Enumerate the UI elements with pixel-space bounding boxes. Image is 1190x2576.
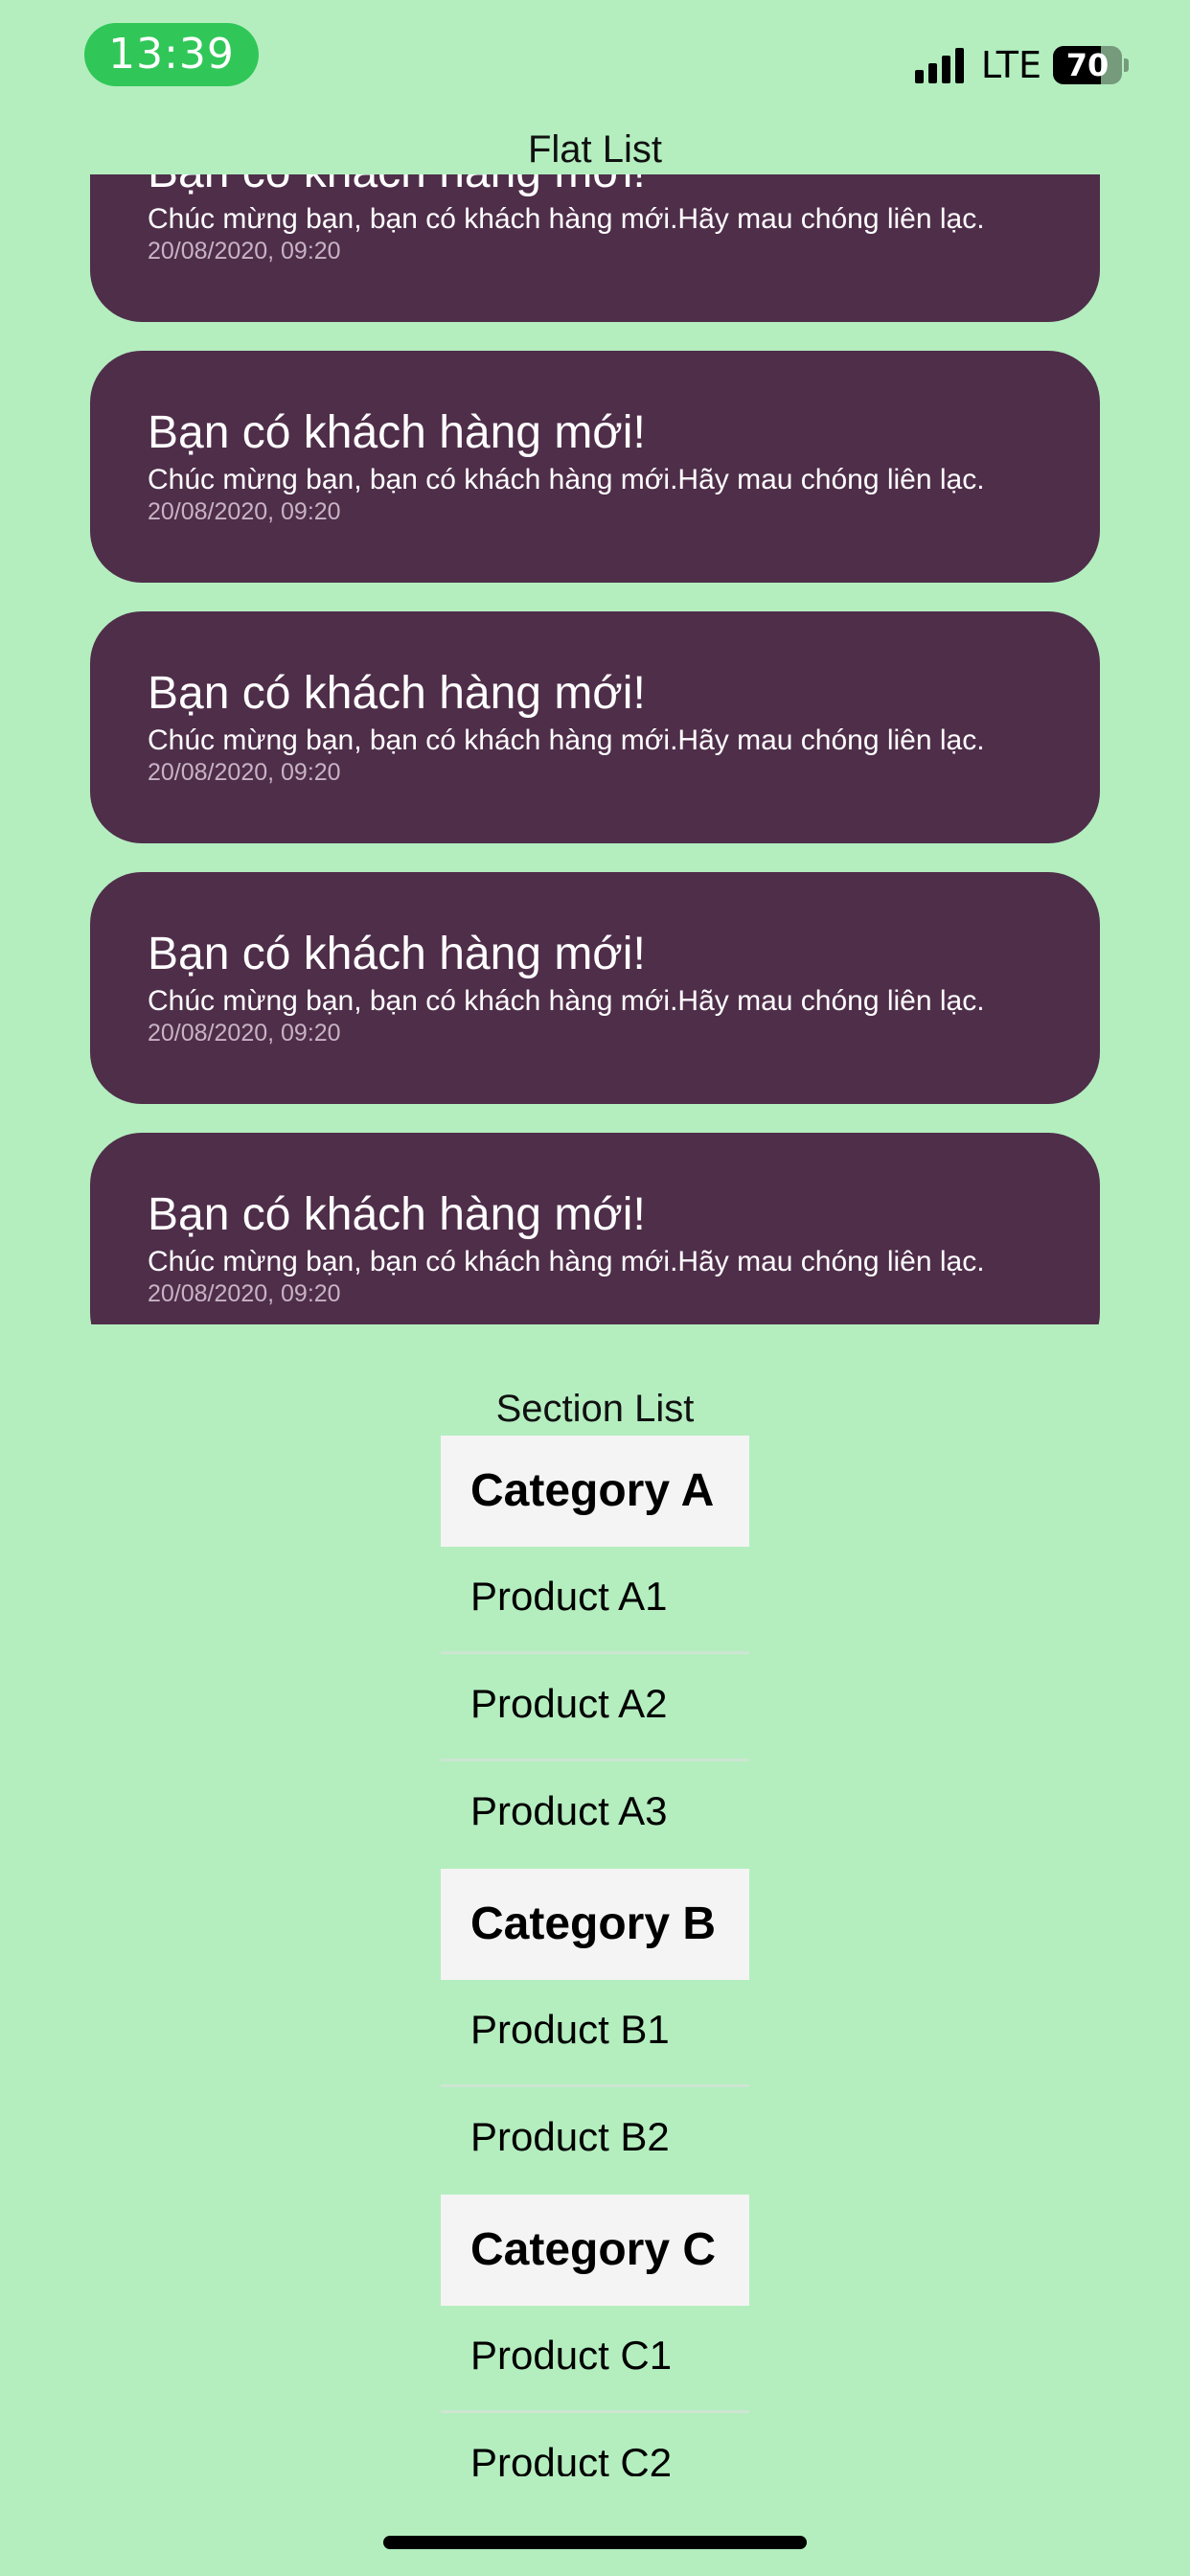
battery-icon: 70 <box>1053 46 1122 84</box>
battery-percentage: 70 <box>1065 47 1110 83</box>
notification-time: 20/08/2020, 09:20 <box>148 1020 341 1046</box>
list-item[interactable]: Product A2 <box>441 1654 749 1761</box>
notification-message: Chúc mừng bạn, bạn có khách hàng mới.Hãy… <box>148 724 985 756</box>
list-item[interactable]: Product B1 <box>441 1980 749 2087</box>
notification-title: Bạn có khách hàng mới! <box>148 929 646 979</box>
network-type: LTE <box>980 44 1041 86</box>
list-item[interactable]: Product A3 <box>441 1761 749 1869</box>
notification-card[interactable]: Bạn có khách hàng mới! Chúc mừng bạn, bạ… <box>90 174 1100 322</box>
flat-list-title: Flat List <box>527 128 663 171</box>
section-list[interactable]: Category A Product A1 Product A2 Product… <box>441 1436 749 2476</box>
notification-message: Chúc mừng bạn, bạn có khách hàng mới.Hãy… <box>148 1246 985 1277</box>
list-item[interactable]: Product A1 <box>441 1547 749 1654</box>
section-header-category-c: Category C <box>441 2195 749 2306</box>
notification-time: 20/08/2020, 09:20 <box>148 498 341 525</box>
notification-card[interactable]: Bạn có khách hàng mới! Chúc mừng bạn, bạ… <box>90 1133 1100 1324</box>
flat-list[interactable]: Bạn có khách hàng mới! Chúc mừng bạn, bạ… <box>90 174 1100 1324</box>
notification-card[interactable]: Bạn có khách hàng mới! Chúc mừng bạn, bạ… <box>90 611 1100 843</box>
notification-title: Bạn có khách hàng mới! <box>148 668 646 719</box>
notification-time: 20/08/2020, 09:20 <box>148 759 341 786</box>
notification-title: Bạn có khách hàng mới! <box>148 1189 646 1240</box>
notification-time: 20/08/2020, 09:20 <box>148 238 341 264</box>
home-indicator[interactable] <box>383 2536 807 2549</box>
status-indicators: LTE 70 <box>914 42 1129 88</box>
notification-title: Bạn có khách hàng mới! <box>148 407 646 458</box>
section-header-category-b: Category B <box>441 1869 749 1980</box>
battery-nub <box>1124 58 1129 72</box>
status-time: 13:39 <box>84 23 259 86</box>
notification-card[interactable]: Bạn có khách hàng mới! Chúc mừng bạn, bạ… <box>90 351 1100 583</box>
notification-message: Chúc mừng bạn, bạn có khách hàng mới.Hãy… <box>148 985 985 1017</box>
section-header-category-a: Category A <box>441 1436 749 1547</box>
cellular-signal-icon <box>914 47 964 83</box>
notification-title: Bạn có khách hàng mới! <box>148 174 646 198</box>
notification-card[interactable]: Bạn có khách hàng mới! Chúc mừng bạn, bạ… <box>90 872 1100 1104</box>
notification-time: 20/08/2020, 09:20 <box>148 1280 341 1307</box>
list-item[interactable]: Product C2 <box>441 2413 749 2476</box>
list-item[interactable]: Product B2 <box>441 2087 749 2195</box>
list-item[interactable]: Product C1 <box>441 2306 749 2413</box>
notification-message: Chúc mừng bạn, bạn có khách hàng mới.Hãy… <box>148 203 985 235</box>
section-list-title: Section List <box>495 1388 695 1430</box>
notification-message: Chúc mừng bạn, bạn có khách hàng mới.Hãy… <box>148 464 985 495</box>
